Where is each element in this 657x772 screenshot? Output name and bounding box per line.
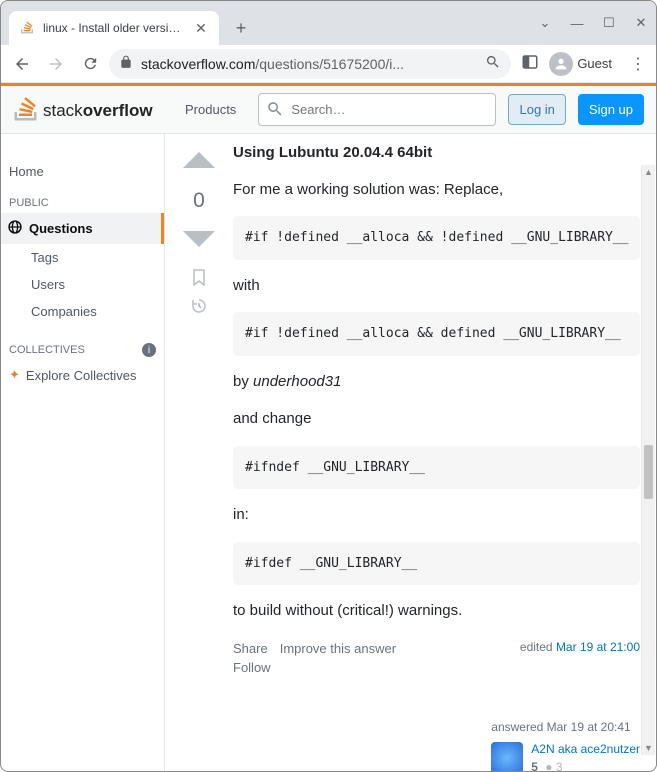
vote-column: 0 xyxy=(181,142,217,771)
downvote-icon[interactable] xyxy=(181,221,217,260)
answer-body: Using Lubuntu 20.04.4 64bit For me a wor… xyxy=(233,142,640,771)
vertical-scrollbar[interactable]: ▲ ▼ xyxy=(641,165,655,755)
search-icon xyxy=(266,100,284,121)
guest-label: Guest xyxy=(577,56,612,71)
search-in-url-icon[interactable] xyxy=(485,54,501,73)
sidebar-item-home[interactable]: Home xyxy=(1,158,164,185)
svg-text:stackoverflow: stackoverflow xyxy=(43,101,153,120)
user-avatar[interactable] xyxy=(491,742,523,772)
sidebar-label-questions: Questions xyxy=(29,221,93,236)
browser-tab-bar: linux - Install older version of ✕ + ⌄ —… xyxy=(1,1,656,45)
scroll-up-icon[interactable]: ▲ xyxy=(642,165,655,179)
answer-line: to build without (critical!) warnings. xyxy=(233,600,640,623)
sidebar-heading-collectives: COLLECTIVES xyxy=(9,344,85,356)
star-burst-icon: ✦ xyxy=(9,367,20,383)
products-link[interactable]: Products xyxy=(175,96,246,123)
profile-chip[interactable]: Guest xyxy=(547,50,618,78)
user-name-link[interactable]: A2N aka ace2nutzer xyxy=(531,740,640,758)
tab-title: linux - Install older version of xyxy=(43,21,187,35)
search-input[interactable] xyxy=(258,93,496,126)
globe-icon xyxy=(7,219,23,238)
explore-label: Explore Collectives xyxy=(26,368,137,383)
code-block: #ifndef __GNU_LIBRARY__ xyxy=(233,446,640,490)
main-content: 0 Using Lubuntu 20.04.4 64bit For me a w… xyxy=(165,134,656,771)
left-sidebar: Home PUBLIC Questions Tags Users Compani… xyxy=(1,134,165,771)
sidebar-item-explore-collectives[interactable]: ✦ Explore Collectives xyxy=(1,361,164,389)
close-window-icon[interactable]: ✕ xyxy=(632,15,650,31)
minimize-icon[interactable]: — xyxy=(568,16,586,31)
forward-button[interactable] xyxy=(41,49,71,79)
answered-time: answered Mar 19 at 20:41 xyxy=(491,718,640,736)
upvote-icon[interactable] xyxy=(181,142,217,181)
tab-close-icon[interactable]: ✕ xyxy=(193,20,209,37)
sidebar-item-tags[interactable]: Tags xyxy=(1,244,164,271)
site-search[interactable] xyxy=(258,93,496,126)
answer-line: in: xyxy=(233,504,640,527)
bronze-badge: ● 3 xyxy=(542,760,563,772)
code-block: #ifdef __GNU_LIBRARY__ xyxy=(233,542,640,586)
share-link[interactable]: Share xyxy=(233,639,268,659)
bookmark-icon[interactable] xyxy=(190,268,208,289)
browser-tab[interactable]: linux - Install older version of ✕ xyxy=(9,11,219,45)
signup-button[interactable]: Sign up xyxy=(578,94,644,125)
lock-icon xyxy=(119,55,133,72)
improve-link[interactable]: Improve this answer xyxy=(280,639,396,659)
sidebar-item-companies[interactable]: Companies xyxy=(1,298,164,325)
panel-icon[interactable] xyxy=(521,53,539,74)
stackoverflow-logo[interactable]: stackoverflow xyxy=(13,95,163,125)
stackoverflow-favicon xyxy=(19,20,35,36)
chevron-down-icon[interactable]: ⌄ xyxy=(536,15,554,31)
sidebar-item-users[interactable]: Users xyxy=(1,271,164,298)
sidebar-heading-public: PUBLIC xyxy=(1,185,164,213)
info-icon[interactable]: i xyxy=(142,343,156,357)
answer-line: and change xyxy=(233,408,640,431)
reload-button[interactable] xyxy=(75,49,105,79)
maximize-icon[interactable]: ☐ xyxy=(600,15,618,31)
avatar-icon xyxy=(549,52,573,76)
referenced-author: underhood31 xyxy=(253,373,341,390)
menu-icon[interactable]: ⋮ xyxy=(626,54,650,74)
new-tab-button[interactable]: + xyxy=(227,14,255,42)
code-block: #if !defined __alloca && !defined __GNU_… xyxy=(233,216,640,260)
user-card: answered Mar 19 at 20:41 A2N aka ace2nut… xyxy=(491,718,640,772)
answer-line: For me a working solution was: Replace, xyxy=(233,179,640,202)
code-block: #if !defined __alloca && defined __GNU_L… xyxy=(233,312,640,356)
edited-link[interactable]: edited Mar 19 at 21:00 xyxy=(520,638,640,656)
user-rep: 5 xyxy=(531,760,538,772)
url-box[interactable]: stackoverflow.com/questions/51675200/i..… xyxy=(109,49,511,79)
answer-line: with xyxy=(233,275,640,298)
scroll-down-icon[interactable]: ▼ xyxy=(642,741,655,755)
history-icon[interactable] xyxy=(190,297,208,318)
address-bar: stackoverflow.com/questions/51675200/i..… xyxy=(1,45,656,83)
back-button[interactable] xyxy=(7,49,37,79)
sidebar-item-questions[interactable]: Questions xyxy=(1,213,164,244)
answer-line: by underhood31 xyxy=(233,371,640,394)
url-text: stackoverflow.com/questions/51675200/i..… xyxy=(141,56,477,72)
site-header: stackoverflow Products Log in Sign up xyxy=(1,86,656,134)
vote-score: 0 xyxy=(193,189,205,213)
login-button[interactable]: Log in xyxy=(508,94,565,125)
answer-title: Using Lubuntu 20.04.4 64bit xyxy=(233,142,640,165)
scrollbar-thumb[interactable] xyxy=(644,445,653,499)
follow-link[interactable]: Follow xyxy=(233,658,271,678)
